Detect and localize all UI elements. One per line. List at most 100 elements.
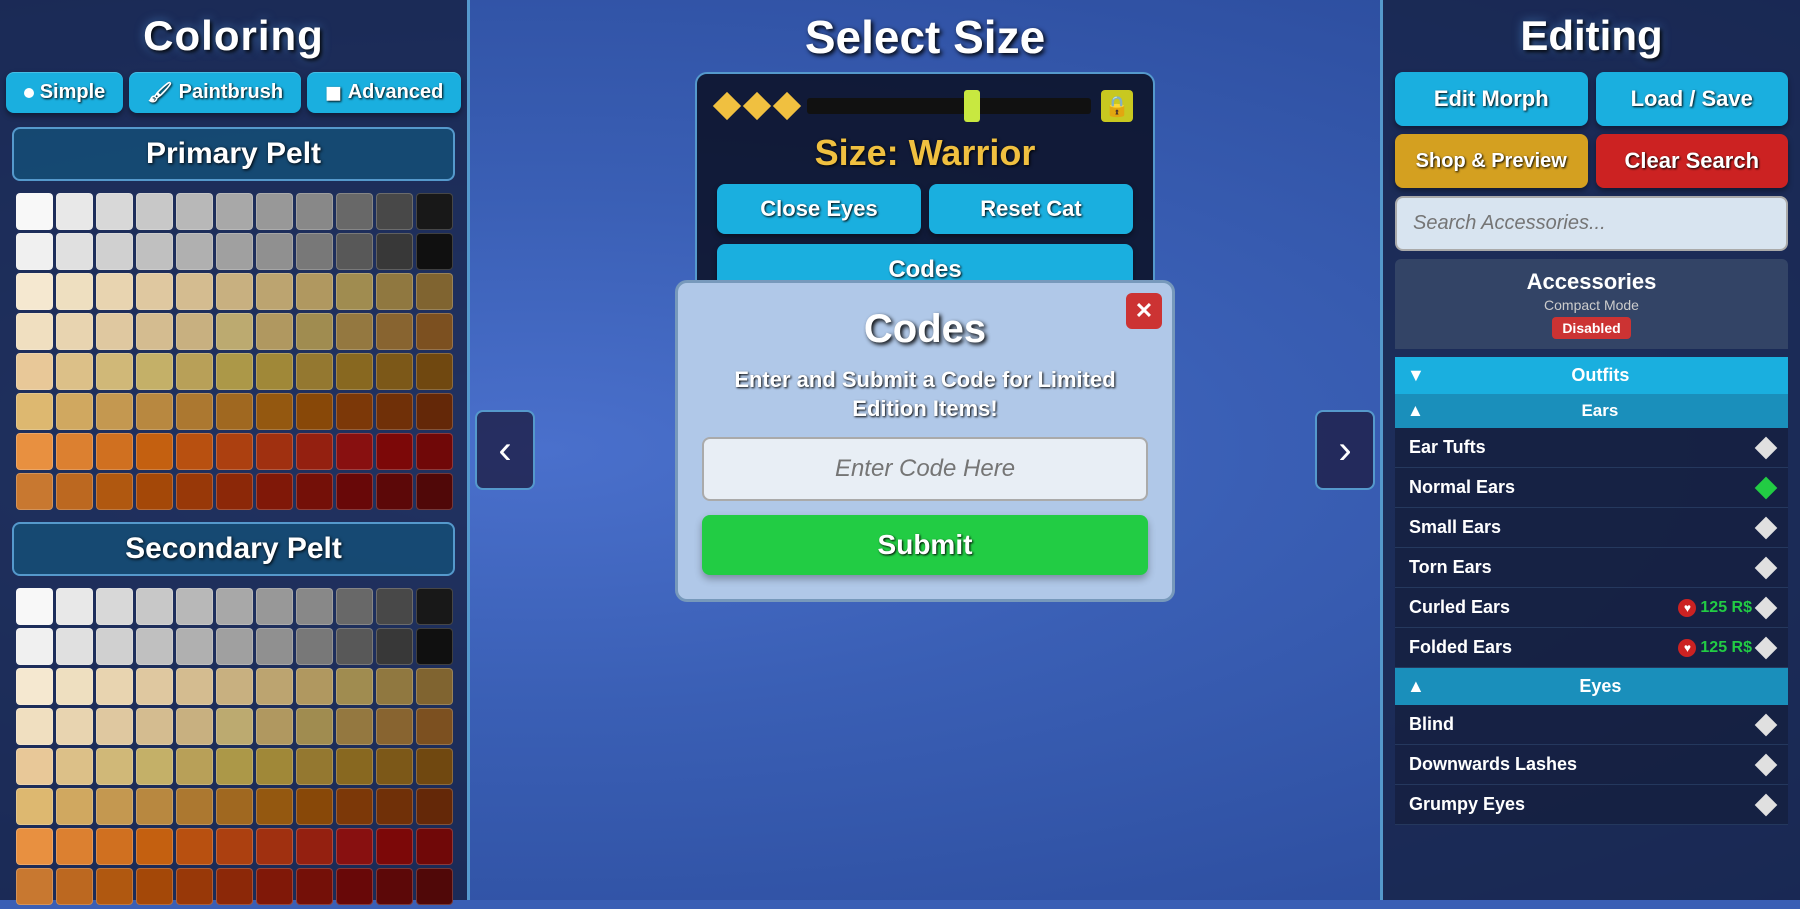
list-item[interactable]: Blind xyxy=(1395,705,1788,745)
color-cell[interactable] xyxy=(136,473,173,510)
color-cell[interactable] xyxy=(96,193,133,230)
color-cell[interactable] xyxy=(296,353,333,390)
color-cell[interactable] xyxy=(416,668,453,705)
color-cell[interactable] xyxy=(56,473,93,510)
close-eyes-button[interactable]: Close Eyes xyxy=(717,184,921,234)
color-cell[interactable] xyxy=(416,748,453,785)
color-cell[interactable] xyxy=(136,433,173,470)
color-cell[interactable] xyxy=(336,433,373,470)
color-cell[interactable] xyxy=(56,828,93,865)
color-cell[interactable] xyxy=(16,708,53,745)
load-save-button[interactable]: Load / Save xyxy=(1596,72,1789,126)
color-cell[interactable] xyxy=(16,828,53,865)
color-cell[interactable] xyxy=(376,193,413,230)
color-cell[interactable] xyxy=(16,273,53,310)
color-cell[interactable] xyxy=(56,788,93,825)
color-cell[interactable] xyxy=(16,748,53,785)
color-cell[interactable] xyxy=(136,748,173,785)
color-cell[interactable] xyxy=(16,628,53,665)
color-cell[interactable] xyxy=(216,868,253,905)
color-cell[interactable] xyxy=(336,473,373,510)
color-cell[interactable] xyxy=(296,313,333,350)
color-cell[interactable] xyxy=(416,708,453,745)
color-cell[interactable] xyxy=(96,788,133,825)
color-cell[interactable] xyxy=(416,313,453,350)
color-cell[interactable] xyxy=(16,353,53,390)
color-cell[interactable] xyxy=(296,708,333,745)
color-cell[interactable] xyxy=(376,393,413,430)
color-cell[interactable] xyxy=(216,588,253,625)
color-cell[interactable] xyxy=(336,828,373,865)
color-cell[interactable] xyxy=(176,788,213,825)
advanced-mode-button[interactable]: ◼ Advanced xyxy=(307,72,461,113)
simple-mode-button[interactable]: Simple xyxy=(6,72,124,113)
color-cell[interactable] xyxy=(176,313,213,350)
color-cell[interactable] xyxy=(376,313,413,350)
color-cell[interactable] xyxy=(16,668,53,705)
color-cell[interactable] xyxy=(256,828,293,865)
color-cell[interactable] xyxy=(176,628,213,665)
size-slider-track[interactable] xyxy=(807,98,1091,114)
color-cell[interactable] xyxy=(376,628,413,665)
color-cell[interactable] xyxy=(416,273,453,310)
search-accessories-input[interactable] xyxy=(1395,196,1788,251)
color-cell[interactable] xyxy=(16,393,53,430)
color-cell[interactable] xyxy=(256,748,293,785)
color-cell[interactable] xyxy=(16,233,53,270)
color-cell[interactable] xyxy=(376,588,413,625)
color-cell[interactable] xyxy=(336,868,373,905)
color-cell[interactable] xyxy=(136,233,173,270)
color-cell[interactable] xyxy=(376,668,413,705)
compact-mode-badge[interactable]: Disabled xyxy=(1552,317,1630,339)
color-cell[interactable] xyxy=(376,788,413,825)
color-cell[interactable] xyxy=(136,273,173,310)
color-cell[interactable] xyxy=(376,433,413,470)
color-cell[interactable] xyxy=(376,353,413,390)
list-item[interactable]: Ear Tufts xyxy=(1395,428,1788,468)
color-cell[interactable] xyxy=(56,748,93,785)
color-cell[interactable] xyxy=(176,473,213,510)
color-cell[interactable] xyxy=(376,748,413,785)
color-cell[interactable] xyxy=(256,708,293,745)
color-cell[interactable] xyxy=(296,193,333,230)
color-cell[interactable] xyxy=(336,193,373,230)
color-cell[interactable] xyxy=(96,233,133,270)
color-cell[interactable] xyxy=(336,628,373,665)
color-cell[interactable] xyxy=(96,668,133,705)
color-cell[interactable] xyxy=(56,588,93,625)
color-cell[interactable] xyxy=(256,313,293,350)
color-cell[interactable] xyxy=(256,788,293,825)
color-cell[interactable] xyxy=(256,668,293,705)
color-cell[interactable] xyxy=(136,193,173,230)
color-cell[interactable] xyxy=(376,233,413,270)
color-cell[interactable] xyxy=(136,393,173,430)
color-cell[interactable] xyxy=(216,473,253,510)
color-cell[interactable] xyxy=(216,708,253,745)
color-cell[interactable] xyxy=(296,588,333,625)
color-cell[interactable] xyxy=(216,668,253,705)
color-cell[interactable] xyxy=(336,313,373,350)
color-cell[interactable] xyxy=(296,393,333,430)
color-cell[interactable] xyxy=(336,273,373,310)
lock-icon[interactable]: 🔒 xyxy=(1101,90,1133,122)
color-cell[interactable] xyxy=(176,868,213,905)
color-cell[interactable] xyxy=(16,193,53,230)
color-cell[interactable] xyxy=(136,788,173,825)
modal-close-button[interactable]: ✕ xyxy=(1126,293,1162,329)
code-input[interactable] xyxy=(702,437,1148,501)
color-cell[interactable] xyxy=(216,353,253,390)
color-cell[interactable] xyxy=(336,233,373,270)
color-cell[interactable] xyxy=(56,628,93,665)
color-cell[interactable] xyxy=(136,353,173,390)
color-cell[interactable] xyxy=(256,353,293,390)
color-cell[interactable] xyxy=(296,473,333,510)
color-cell[interactable] xyxy=(96,393,133,430)
color-cell[interactable] xyxy=(176,273,213,310)
color-cell[interactable] xyxy=(376,868,413,905)
color-cell[interactable] xyxy=(296,828,333,865)
color-cell[interactable] xyxy=(96,433,133,470)
color-cell[interactable] xyxy=(216,433,253,470)
nav-arrow-left[interactable]: ‹ xyxy=(475,410,535,490)
color-cell[interactable] xyxy=(336,353,373,390)
color-cell[interactable] xyxy=(296,233,333,270)
